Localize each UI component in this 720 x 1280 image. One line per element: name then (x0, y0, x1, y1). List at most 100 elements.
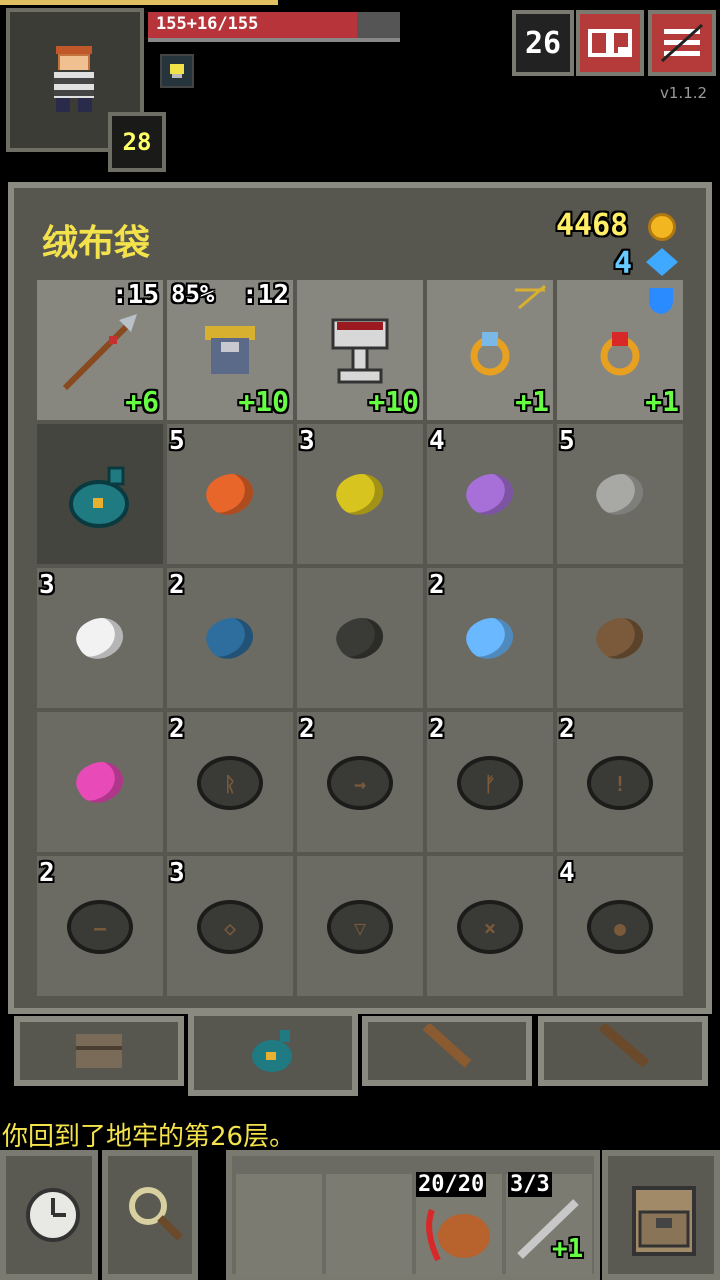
inventory-slot-orange-seed[interactable]: 5 (167, 424, 293, 564)
light-blue-seed-icon (460, 609, 520, 667)
rune-glyph: ᚠ (484, 772, 496, 796)
inventory-slot-runestone-2[interactable]: → 2 (297, 712, 423, 852)
yellow-seed-icon (330, 465, 390, 523)
ring-topaz-icon (470, 332, 510, 376)
energy-count: 4 (614, 246, 633, 281)
runestone-7-icon: ▽ (327, 900, 393, 954)
chalice-icon (331, 318, 389, 384)
quickslot-1[interactable] (236, 1174, 322, 1276)
depth-indicator: 26 (512, 10, 574, 76)
search-button[interactable] (102, 1150, 198, 1280)
black-seed-icon (330, 609, 390, 667)
menu-icon (660, 23, 704, 63)
shield-marker-icon (649, 288, 673, 314)
hero-level-badge: 28 (108, 112, 166, 172)
inventory-slot-runestone-1[interactable]: ᚱ2 (167, 712, 293, 852)
game-log-message: 你回到了地牢的第26层。 (2, 1122, 296, 1152)
rune-glyph: ● (613, 916, 627, 940)
item-quantity: 2 (299, 714, 315, 744)
item-quantity: 2 (169, 570, 185, 600)
item-quantity: 2 (429, 714, 445, 744)
quickslot-2[interactable] (326, 1174, 412, 1276)
rune-glyph: ▽ (353, 916, 367, 940)
runestone-1-icon: ᚱ (197, 756, 263, 810)
armor-strength: :12 (242, 280, 289, 310)
runestone-6-icon: ◇ (197, 900, 263, 954)
inventory-slot-runestone-3[interactable]: ᚠ2 (427, 712, 553, 852)
armor-upgrade: +10 (238, 385, 289, 418)
hp-text: 155+16/155 (156, 14, 259, 34)
inventory-slot-light-blue-seed[interactable]: 2 (427, 568, 553, 708)
runestone-4-icon: ! (587, 756, 653, 810)
quickslot-bar (226, 1150, 600, 1280)
item-quantity: 5 (559, 426, 575, 456)
inventory-slot-runestone-4[interactable]: ! 2 (557, 712, 683, 852)
tab-scroll-holder[interactable] (538, 1016, 708, 1086)
runestone-5-icon: – (67, 900, 133, 954)
equip-slot-misc-2[interactable]: +1 (557, 280, 683, 420)
runestone-8-icon: × (457, 900, 523, 954)
quickslot-3-count: 20/20 (416, 1172, 487, 1197)
inventory-slot-runestone-5[interactable]: –2 (37, 856, 163, 996)
blue-seed-icon (200, 609, 260, 667)
purple-seed-icon (460, 465, 520, 523)
item-quantity: 4 (559, 858, 575, 888)
clock-icon (26, 1188, 80, 1242)
inventory-slot-blue-seed[interactable]: 2 (167, 568, 293, 708)
rune-glyph: ! (613, 772, 627, 796)
gold-coin-icon (648, 213, 676, 241)
item-quantity: 2 (39, 858, 55, 888)
bag-title: 绒布袋 (42, 223, 151, 264)
brown-seed-icon (590, 609, 650, 667)
white-seed-icon (70, 609, 130, 667)
item-quantity: 2 (169, 714, 185, 744)
inventory-slot-velvet-pouch[interactable] (37, 424, 163, 564)
tab-inventory[interactable] (14, 1016, 184, 1086)
spear-icon (62, 314, 137, 391)
equip-slot-artifact[interactable]: +10 (297, 280, 423, 420)
version-label: v1.1.2 (660, 84, 708, 102)
item-quantity: 3 (299, 426, 315, 456)
inventory-slot-runestone-7[interactable]: ▽ (297, 856, 423, 996)
ring1-upgrade: +1 (515, 385, 549, 418)
quickslot-4-upgrade: +1 (552, 1234, 584, 1264)
equip-slot-misc-1[interactable]: +1 (427, 280, 553, 420)
item-quantity: 5 (169, 426, 185, 456)
item-quantity: 2 (559, 714, 575, 744)
backpack-button[interactable] (602, 1150, 720, 1280)
inventory-slot-runestone-8[interactable]: × (427, 856, 553, 996)
item-quantity: 3 (39, 570, 55, 600)
inventory-slot-yellow-seed[interactable]: 3 (297, 424, 423, 564)
ring2-upgrade: +1 (645, 385, 679, 418)
pouch-icon (252, 1030, 292, 1072)
pink-seed-icon (70, 753, 130, 811)
inventory-slot-runestone-9[interactable]: ● 4 (557, 856, 683, 996)
inventory-slot-runestone-6[interactable]: ◇ 3 (167, 856, 293, 996)
inventory-slot-pink-seed[interactable] (37, 712, 163, 852)
wait-button[interactable] (0, 1150, 98, 1280)
journal-button[interactable] (576, 10, 644, 76)
unidentified-marker-icon (515, 284, 546, 310)
runestone-3-icon: ᚠ (457, 756, 523, 810)
tab-velvet-pouch[interactable] (188, 1010, 358, 1096)
equip-slot-weapon[interactable]: :15 +6 (37, 280, 163, 420)
chest-icon (76, 1034, 122, 1068)
inventory-slot-brown-seed[interactable] (557, 568, 683, 708)
backpack-icon (632, 1186, 696, 1256)
item-quantity: 4 (429, 426, 445, 456)
rune-glyph: × (483, 916, 497, 940)
inventory-slot-black-seed[interactable] (297, 568, 423, 708)
runestone-9-icon: ● (587, 900, 653, 954)
hp-bar: 155+16/155 (148, 12, 400, 42)
inventory-slot-white-seed[interactable]: 3 (37, 568, 163, 708)
menu-button[interactable] (648, 10, 716, 76)
light-buff-icon[interactable] (160, 54, 194, 88)
tab-wand-holster[interactable] (362, 1016, 532, 1086)
weapon-strength: :15 (112, 280, 159, 310)
artifact-upgrade: +10 (368, 385, 419, 418)
rune-glyph: ᚱ (224, 772, 236, 796)
equip-slot-armor[interactable]: 85% :12 +10 (167, 280, 293, 420)
inventory-slot-grey-seed[interactable]: 5 (557, 424, 683, 564)
scroll-holder-icon (598, 1024, 650, 1068)
inventory-slot-purple-seed[interactable]: 4 (427, 424, 553, 564)
